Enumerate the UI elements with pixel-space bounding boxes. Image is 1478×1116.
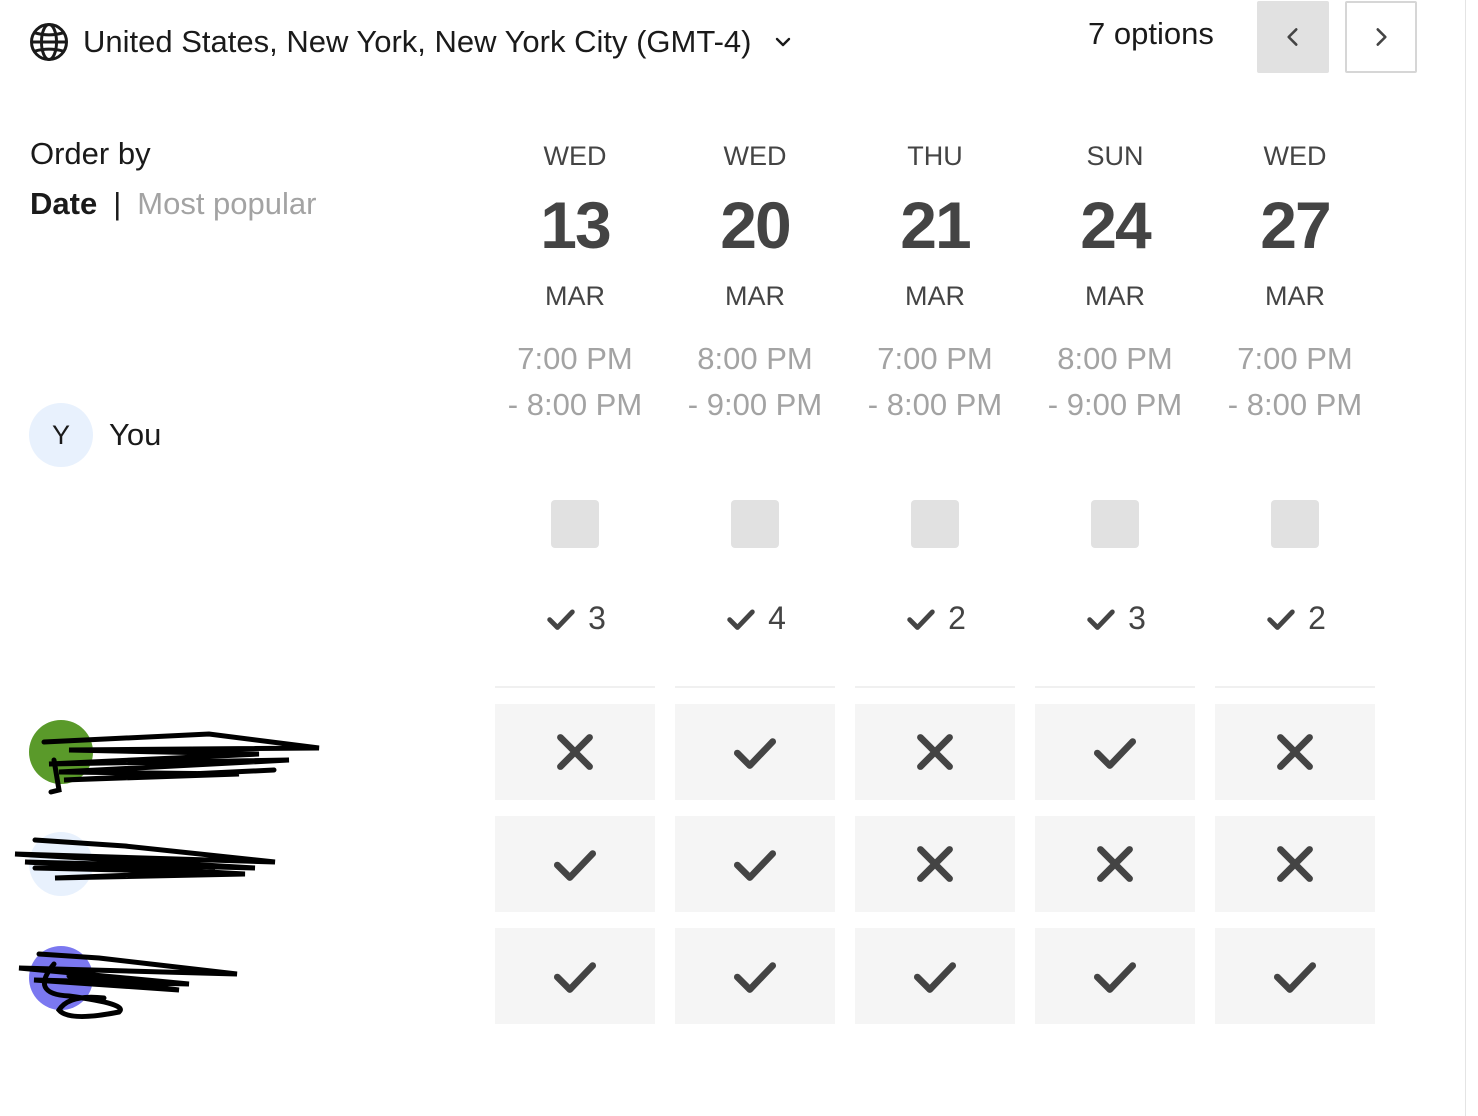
month: MAR — [725, 281, 785, 311]
vote-count: 2 — [1215, 600, 1375, 637]
divider — [495, 686, 655, 688]
redaction-scribble — [18, 951, 238, 1020]
vote-count: 3 — [495, 600, 655, 637]
vote-cell — [855, 816, 1015, 912]
participant-3 — [9, 944, 249, 1024]
time-end: - 8:00 PM — [1227, 387, 1363, 422]
vote-cell — [675, 816, 835, 912]
vote-cell — [495, 704, 655, 800]
divider — [675, 686, 835, 688]
vote-count-number: 2 — [1308, 600, 1326, 636]
vote-cell — [855, 928, 1015, 1024]
order-by-title: Order by — [30, 136, 151, 171]
time-start: 8:00 PM — [697, 341, 813, 376]
current-user-row: Y You — [29, 403, 161, 467]
participant-1 — [29, 720, 329, 800]
time-end: - 9:00 PM — [687, 387, 823, 422]
day-number: 21 — [900, 188, 971, 262]
panel-edge — [1465, 0, 1466, 1116]
order-by-separator: | — [113, 186, 122, 221]
day-number: 24 — [1080, 188, 1151, 262]
check-icon — [733, 850, 777, 881]
check-icon — [907, 609, 935, 630]
x-icon — [1277, 846, 1313, 882]
divider — [1035, 686, 1195, 688]
check-icon — [727, 609, 755, 630]
current-user-name: You — [109, 417, 162, 452]
availability-checkbox[interactable] — [1271, 500, 1319, 548]
vote-count: 4 — [675, 600, 835, 637]
time-start: 7:00 PM — [877, 341, 993, 376]
vote-count-number: 3 — [588, 600, 606, 636]
time-start: 7:00 PM — [1237, 341, 1353, 376]
vote-count-number: 3 — [1128, 600, 1146, 636]
vote-cell — [675, 704, 835, 800]
vote-cell — [1035, 704, 1195, 800]
vote-cell — [1215, 816, 1375, 912]
x-icon — [1277, 734, 1313, 770]
order-by-options: Date | Most popular — [30, 186, 316, 222]
check-icon — [733, 738, 777, 769]
check-icon — [553, 962, 597, 993]
check-icon — [1087, 609, 1115, 630]
divider — [855, 686, 1015, 688]
x-icon — [917, 846, 953, 882]
participant-2 — [5, 832, 295, 902]
vote-cell — [1035, 816, 1195, 912]
day-of-week: WED — [543, 141, 607, 171]
redaction-scribble — [41, 731, 320, 795]
time-end: - 8:00 PM — [867, 387, 1003, 422]
vote-cell — [855, 704, 1015, 800]
availability-checkbox[interactable] — [1091, 500, 1139, 548]
month: MAR — [1085, 281, 1145, 311]
month: MAR — [905, 281, 965, 311]
check-icon — [1273, 962, 1317, 993]
vote-cell — [1215, 928, 1375, 1024]
availability-checkbox[interactable] — [551, 500, 599, 548]
vote-count: 2 — [855, 600, 1015, 637]
month: MAR — [1265, 281, 1325, 311]
vote-cell — [675, 928, 835, 1024]
vote-cell — [495, 816, 655, 912]
check-icon — [1267, 609, 1295, 630]
vote-cell — [1035, 928, 1195, 1024]
check-icon — [1093, 962, 1137, 993]
time-end: - 9:00 PM — [1047, 387, 1183, 422]
order-by-most-popular[interactable]: Most popular — [137, 186, 316, 222]
day-of-week: SUN — [1086, 141, 1144, 171]
day-of-week: THU — [907, 141, 963, 171]
day-number: 13 — [540, 188, 611, 262]
day-number: 27 — [1260, 188, 1331, 262]
time-start: 7:00 PM — [517, 341, 633, 376]
vote-cell — [495, 928, 655, 1024]
x-icon — [557, 734, 593, 770]
x-icon — [1097, 846, 1133, 882]
divider — [1215, 686, 1375, 688]
vote-count-number: 4 — [768, 600, 786, 636]
availability-checkbox[interactable] — [911, 500, 959, 548]
globe-icon — [30, 23, 68, 61]
redaction-scribble — [14, 837, 276, 881]
vote-count-number: 2 — [948, 600, 966, 636]
availability-checkbox[interactable] — [731, 500, 779, 548]
order-by-date[interactable]: Date — [30, 186, 97, 222]
vote-cell — [1215, 704, 1375, 800]
check-icon — [733, 962, 777, 993]
day-of-week: WED — [1263, 141, 1327, 171]
x-icon — [917, 734, 953, 770]
month: MAR — [545, 281, 605, 311]
check-icon — [547, 609, 575, 630]
check-icon — [553, 850, 597, 881]
avatar: Y — [29, 403, 93, 467]
day-number: 20 — [720, 188, 791, 262]
time-end: - 8:00 PM — [507, 387, 643, 422]
day-of-week: WED — [723, 141, 787, 171]
time-start: 8:00 PM — [1057, 341, 1173, 376]
vote-count: 3 — [1035, 600, 1195, 637]
check-icon — [913, 962, 957, 993]
check-icon — [1093, 738, 1137, 769]
